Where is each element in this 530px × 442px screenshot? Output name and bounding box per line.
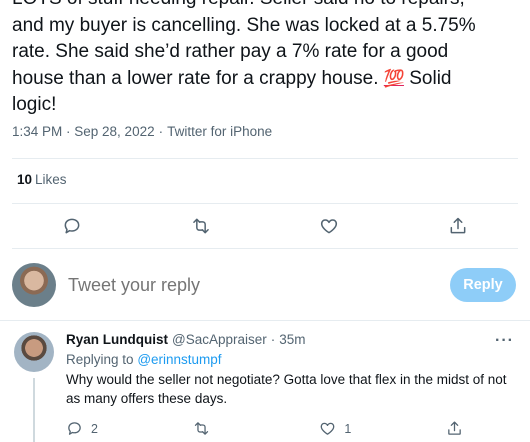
reply-retweet-button[interactable]: [193, 420, 283, 437]
reply-action-bar: 2 1: [66, 420, 466, 437]
share-icon: [450, 217, 466, 234]
tweet-line-4-text: house than a lower rate for a crappy hou…: [12, 67, 379, 89]
like-button[interactable]: [312, 209, 346, 243]
divider: [12, 158, 518, 159]
divider: [12, 203, 518, 204]
reply-count: 2: [91, 421, 98, 436]
replying-prefix: Replying to: [66, 352, 134, 367]
reply-reply-button[interactable]: 2: [66, 420, 156, 437]
current-user-avatar[interactable]: [12, 263, 56, 307]
replying-to: Replying to @erinnstumpf: [66, 352, 514, 367]
retweet-icon: [192, 218, 209, 234]
retweet-button[interactable]: [184, 209, 218, 243]
reply-submit-button[interactable]: Reply: [450, 268, 516, 302]
reply-share-button[interactable]: [446, 420, 466, 437]
retweet-icon: [194, 422, 208, 435]
reply-icon: [64, 218, 80, 234]
reply-composer: Reply: [12, 262, 518, 308]
reply-button[interactable]: [55, 209, 89, 243]
share-button[interactable]: [441, 209, 475, 243]
tweet-line-4: house than a lower rate for a crappy hou…: [12, 66, 522, 93]
reply-header: Ryan Lundquist @SacAppraiser · 35m: [66, 332, 514, 347]
tweet-action-bar: [0, 208, 530, 244]
tweet-line-2: and my buyer is cancelling. She was lock…: [12, 14, 476, 36]
likes-label: Likes: [35, 172, 67, 187]
more-options-icon[interactable]: ···: [495, 332, 514, 350]
tweet-line-3: rate. She said she’d rather pay a 7% rat…: [12, 41, 449, 62]
reply-separator: ·: [270, 332, 276, 347]
reply-time[interactable]: 35m: [279, 332, 305, 347]
thread-line: [33, 378, 35, 442]
tweet-line-4-tail: Solid: [403, 67, 452, 89]
reply-text: Why would the seller not negotiate? Gott…: [66, 372, 507, 406]
tweet-timestamp[interactable]: 1:34 PM · Sep 28, 2022: [12, 124, 155, 139]
tweet-meta: 1:34 PM · Sep 28, 2022 · Twitter for iPh…: [12, 124, 272, 139]
tweet-text: LOTS of stuff needing repair. Seller sai…: [12, 0, 522, 119]
divider: [12, 248, 518, 249]
like-count: 1: [344, 421, 352, 436]
like-icon: [321, 219, 338, 234]
tweet-detail-page: LOTS of stuff needing repair. Seller sai…: [0, 0, 530, 442]
reply-author-name[interactable]: Ryan Lundquist: [66, 332, 168, 347]
hundred-points-emoji: 💯: [383, 68, 405, 88]
like-icon: [320, 422, 335, 435]
tweet-source[interactable]: Twitter for iPhone: [167, 124, 272, 139]
likes-count-link[interactable]: 10 Likes: [17, 172, 67, 187]
reply-author-avatar[interactable]: [14, 332, 54, 372]
reply-icon: [68, 422, 81, 435]
share-icon: [448, 421, 461, 435]
reply-author-handle[interactable]: @SacAppraiser: [172, 332, 267, 347]
tweet-line-1: LOTS of stuff needing repair. Seller sai…: [12, 0, 522, 13]
meta-separator: ·: [158, 124, 164, 139]
tweet-line-5: logic!: [12, 94, 57, 115]
divider: [0, 320, 530, 321]
replying-to-mention[interactable]: @erinnstumpf: [137, 352, 221, 367]
reply-input[interactable]: [68, 274, 450, 296]
reply-like-button[interactable]: 1: [319, 420, 409, 437]
likes-count: 10: [17, 172, 33, 187]
reply-body: Ryan Lundquist @SacAppraiser · 35m ··· R…: [66, 332, 514, 408]
